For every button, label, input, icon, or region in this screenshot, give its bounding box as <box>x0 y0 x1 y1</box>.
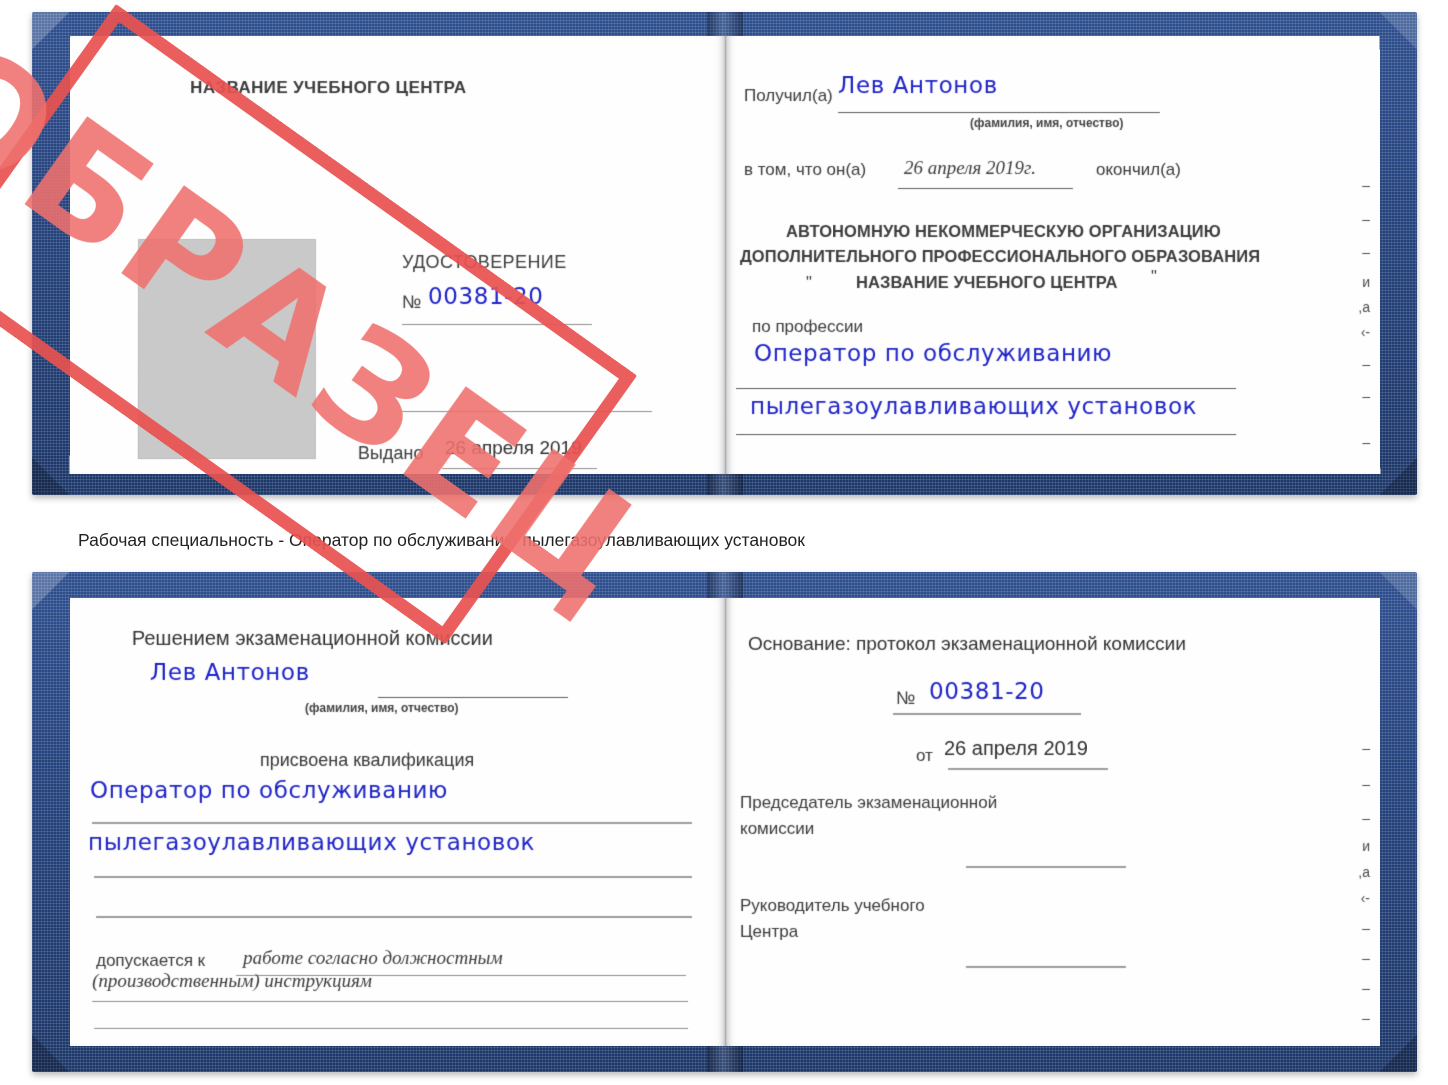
top-right-page: Получил(а) Лев Антонов (фамилия, имя, от… <box>725 36 1380 474</box>
admitted-line-1: работе согласно должностным <box>243 948 503 970</box>
profession-rule-1 <box>736 388 1236 389</box>
chairman-line-2: комиссии <box>740 819 814 839</box>
edge-marks-top: – – – и ,а ‹- – – – <box>1350 36 1377 474</box>
organization-line-1: АВТОНОМНУЮ НЕКОММЕРЧЕСКУЮ ОРГАНИЗАЦИЮ <box>786 223 1221 242</box>
protocol-date-rule <box>948 768 1108 770</box>
certificate-bottom-pages: Решением экзаменационной комиссии Лев Ан… <box>70 598 1380 1046</box>
bottom-name-rule <box>378 697 568 698</box>
training-center-heading: НАЗВАНИЕ УЧЕБНОГО ЦЕНТРА <box>190 78 466 98</box>
basis-label: Основание: протокол экзаменационной коми… <box>748 634 1186 656</box>
qualification-rule-3 <box>96 916 692 918</box>
screenshot-root: НАЗВАНИЕ УЧЕБНОГО ЦЕНТРА УДОСТОВЕРЕНИЕ №… <box>0 0 1448 1085</box>
certificate-top-pages: НАЗВАНИЕ УЧЕБНОГО ЦЕНТРА УДОСТОВЕРЕНИЕ №… <box>70 36 1381 474</box>
blank-rule-1 <box>402 411 652 412</box>
protocol-date-label: от <box>916 746 933 766</box>
organization-line-3: НАЗВАНИЕ УЧЕБНОГО ЦЕНТРА <box>856 274 1118 293</box>
chairman-signature-rule <box>966 866 1126 868</box>
profession-rule-2 <box>736 434 1236 435</box>
certificate-number-label: № <box>402 292 421 313</box>
qualification-line-1: Оператор по обслуживанию <box>90 778 448 804</box>
issued-date-rule <box>442 468 597 469</box>
head-line-1: Руководитель учебного <box>740 896 925 916</box>
top-left-page: НАЗВАНИЕ УЧЕБНОГО ЦЕНТРА УДОСТОВЕРЕНИЕ №… <box>70 36 725 474</box>
profession-line-1: Оператор по обслуживанию <box>754 341 1112 367</box>
finished-label: окончил(а) <box>1096 160 1181 180</box>
profession-line-2: пылегазоулавливающих установок <box>750 394 1197 420</box>
admitted-rule-2 <box>92 1001 688 1002</box>
qualification-label: присвоена квалификация <box>260 750 474 771</box>
caption-text: Рабочая специальность - Оператор по обсл… <box>78 530 805 551</box>
admitted-rule-3 <box>94 1028 688 1029</box>
protocol-number-value: 00381-20 <box>929 679 1045 705</box>
certificate-number-value: 00381-20 <box>428 284 544 310</box>
chairman-line-1: Председатель экзаменационной <box>740 793 997 813</box>
document-type-label: УДОСТОВЕРЕНИЕ <box>402 252 567 273</box>
qualification-rule-1 <box>92 822 692 824</box>
protocol-number-rule <box>893 713 1081 715</box>
fio-hint-bottom: (фамилия, имя, отчество) <box>305 701 459 715</box>
commission-decision-heading: Решением экзаменационной комиссии <box>132 628 493 651</box>
admitted-line-2: (производственным) инструкциям <box>92 971 372 993</box>
certificate-number-rule <box>402 324 592 325</box>
received-rule <box>838 112 1160 113</box>
head-line-2: Центра <box>740 922 798 942</box>
received-name-value: Лев Антонов <box>838 73 998 99</box>
bottom-left-page: Решением экзаменационной комиссии Лев Ан… <box>70 598 725 1046</box>
that-he-label: в том, что он(а) <box>744 160 866 180</box>
head-signature-rule <box>966 966 1126 968</box>
fio-hint-top: (фамилия, имя, отчество) <box>970 116 1123 130</box>
qualification-rule-2 <box>94 876 692 878</box>
that-he-rule <box>898 188 1073 189</box>
profession-label: по профессии <box>752 317 863 337</box>
protocol-date-value: 26 апреля 2019 <box>944 738 1088 761</box>
issued-date-value: 26 апреля 2019 <box>445 438 582 460</box>
organization-quote-close: " <box>1151 268 1157 287</box>
issued-label: Выдано <box>358 443 423 464</box>
edge-marks-bottom: – – – и ,а ‹- – – – – <box>1350 598 1376 1046</box>
that-he-date-value: 26 апреля 2019г. <box>904 158 1036 180</box>
qualification-line-2: пылегазоулавливающих установок <box>88 830 535 856</box>
admitted-label: допускается к <box>96 951 205 971</box>
bottom-right-page: Основание: протокол экзаменационной коми… <box>725 598 1380 1046</box>
certificate-top-cover: НАЗВАНИЕ УЧЕБНОГО ЦЕНТРА УДОСТОВЕРЕНИЕ №… <box>32 12 1417 495</box>
received-label: Получил(а) <box>744 86 833 106</box>
protocol-number-label: № <box>896 688 915 709</box>
organization-line-2: ДОПОЛНИТЕЛЬНОГО ПРОФЕССИОНАЛЬНОГО ОБРАЗО… <box>740 248 1260 267</box>
certificate-bottom-cover: Решением экзаменационной комиссии Лев Ан… <box>32 572 1417 1072</box>
organization-quote-open: " <box>806 274 812 293</box>
bottom-name-value: Лев Антонов <box>150 660 310 686</box>
photo-placeholder <box>138 239 316 459</box>
